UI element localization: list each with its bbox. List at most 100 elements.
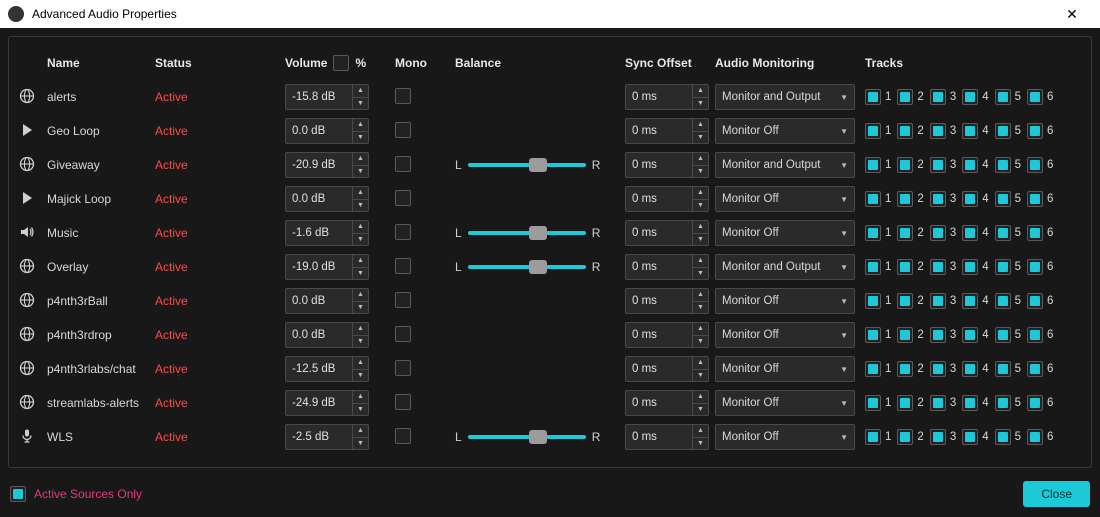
monitoring-select[interactable]: Monitor Off▼: [715, 390, 855, 416]
track-3-checkbox[interactable]: [930, 89, 946, 105]
volume-input[interactable]: -19.0 dB ▲▼: [285, 254, 369, 280]
monitoring-select[interactable]: Monitor Off▼: [715, 424, 855, 450]
mono-checkbox[interactable]: [395, 428, 411, 444]
chevron-up-icon[interactable]: ▲: [353, 187, 368, 200]
chevron-down-icon[interactable]: ▼: [353, 370, 368, 382]
track-4-checkbox[interactable]: [962, 361, 978, 377]
track-5-checkbox[interactable]: [995, 395, 1011, 411]
monitoring-select[interactable]: Monitor and Output▼: [715, 254, 855, 280]
close-icon[interactable]: ✕: [1052, 6, 1092, 23]
balance-slider[interactable]: L R: [455, 158, 625, 172]
chevron-down-icon[interactable]: ▼: [693, 404, 708, 416]
chevron-down-icon[interactable]: ▼: [353, 336, 368, 348]
mono-checkbox[interactable]: [395, 88, 411, 104]
track-3-checkbox[interactable]: [930, 327, 946, 343]
track-5-checkbox[interactable]: [995, 157, 1011, 173]
track-1-checkbox[interactable]: [865, 191, 881, 207]
chevron-down-icon[interactable]: ▼: [693, 268, 708, 280]
sync-offset-input[interactable]: 0 ms ▲▼: [625, 118, 709, 144]
track-5-checkbox[interactable]: [995, 89, 1011, 105]
track-1-checkbox[interactable]: [865, 429, 881, 445]
track-2-checkbox[interactable]: [897, 191, 913, 207]
monitoring-select[interactable]: Monitor Off▼: [715, 288, 855, 314]
sync-offset-input[interactable]: 0 ms ▲▼: [625, 424, 709, 450]
track-1-checkbox[interactable]: [865, 89, 881, 105]
chevron-up-icon[interactable]: ▲: [353, 221, 368, 234]
chevron-up-icon[interactable]: ▲: [693, 119, 708, 132]
chevron-up-icon[interactable]: ▲: [693, 357, 708, 370]
chevron-down-icon[interactable]: ▼: [693, 336, 708, 348]
chevron-up-icon[interactable]: ▲: [353, 119, 368, 132]
chevron-up-icon[interactable]: ▲: [693, 85, 708, 98]
track-6-checkbox[interactable]: [1027, 225, 1043, 241]
track-6-checkbox[interactable]: [1027, 429, 1043, 445]
chevron-down-icon[interactable]: ▼: [693, 166, 708, 178]
track-5-checkbox[interactable]: [995, 327, 1011, 343]
track-4-checkbox[interactable]: [962, 225, 978, 241]
chevron-up-icon[interactable]: ▲: [353, 85, 368, 98]
track-5-checkbox[interactable]: [995, 225, 1011, 241]
track-2-checkbox[interactable]: [897, 157, 913, 173]
track-3-checkbox[interactable]: [930, 361, 946, 377]
chevron-up-icon[interactable]: ▲: [353, 153, 368, 166]
track-6-checkbox[interactable]: [1027, 293, 1043, 309]
track-4-checkbox[interactable]: [962, 123, 978, 139]
chevron-up-icon[interactable]: ▲: [353, 289, 368, 302]
track-5-checkbox[interactable]: [995, 191, 1011, 207]
mono-checkbox[interactable]: [395, 224, 411, 240]
monitoring-select[interactable]: Monitor and Output▼: [715, 84, 855, 110]
chevron-down-icon[interactable]: ▼: [353, 98, 368, 110]
volume-input[interactable]: 0.0 dB ▲▼: [285, 322, 369, 348]
chevron-down-icon[interactable]: ▼: [353, 234, 368, 246]
track-6-checkbox[interactable]: [1027, 157, 1043, 173]
monitoring-select[interactable]: Monitor Off▼: [715, 220, 855, 246]
mono-checkbox[interactable]: [395, 190, 411, 206]
monitoring-select[interactable]: Monitor Off▼: [715, 356, 855, 382]
chevron-down-icon[interactable]: ▼: [353, 404, 368, 416]
track-6-checkbox[interactable]: [1027, 191, 1043, 207]
volume-input[interactable]: -15.8 dB ▲▼: [285, 84, 369, 110]
track-4-checkbox[interactable]: [962, 191, 978, 207]
track-6-checkbox[interactable]: [1027, 89, 1043, 105]
track-6-checkbox[interactable]: [1027, 395, 1043, 411]
track-6-checkbox[interactable]: [1027, 327, 1043, 343]
chevron-up-icon[interactable]: ▲: [693, 153, 708, 166]
volume-input[interactable]: -1.6 dB ▲▼: [285, 220, 369, 246]
volume-input[interactable]: -2.5 dB ▲▼: [285, 424, 369, 450]
track-3-checkbox[interactable]: [930, 395, 946, 411]
track-1-checkbox[interactable]: [865, 293, 881, 309]
chevron-up-icon[interactable]: ▲: [693, 255, 708, 268]
track-2-checkbox[interactable]: [897, 361, 913, 377]
sync-offset-input[interactable]: 0 ms ▲▼: [625, 254, 709, 280]
mono-checkbox[interactable]: [395, 360, 411, 376]
chevron-down-icon[interactable]: ▼: [693, 234, 708, 246]
track-2-checkbox[interactable]: [897, 395, 913, 411]
track-4-checkbox[interactable]: [962, 327, 978, 343]
track-1-checkbox[interactable]: [865, 123, 881, 139]
mono-checkbox[interactable]: [395, 258, 411, 274]
mono-checkbox[interactable]: [395, 394, 411, 410]
track-4-checkbox[interactable]: [962, 293, 978, 309]
sync-offset-input[interactable]: 0 ms ▲▼: [625, 322, 709, 348]
track-5-checkbox[interactable]: [995, 123, 1011, 139]
chevron-up-icon[interactable]: ▲: [693, 323, 708, 336]
track-4-checkbox[interactable]: [962, 429, 978, 445]
chevron-up-icon[interactable]: ▲: [693, 221, 708, 234]
chevron-up-icon[interactable]: ▲: [693, 187, 708, 200]
chevron-down-icon[interactable]: ▼: [353, 132, 368, 144]
track-6-checkbox[interactable]: [1027, 259, 1043, 275]
track-5-checkbox[interactable]: [995, 293, 1011, 309]
chevron-up-icon[interactable]: ▲: [353, 425, 368, 438]
track-6-checkbox[interactable]: [1027, 123, 1043, 139]
track-1-checkbox[interactable]: [865, 327, 881, 343]
track-5-checkbox[interactable]: [995, 429, 1011, 445]
track-3-checkbox[interactable]: [930, 157, 946, 173]
chevron-up-icon[interactable]: ▲: [693, 391, 708, 404]
chevron-down-icon[interactable]: ▼: [693, 302, 708, 314]
chevron-up-icon[interactable]: ▲: [353, 357, 368, 370]
chevron-down-icon[interactable]: ▼: [353, 200, 368, 212]
chevron-down-icon[interactable]: ▼: [353, 438, 368, 450]
sync-offset-input[interactable]: 0 ms ▲▼: [625, 390, 709, 416]
chevron-down-icon[interactable]: ▼: [693, 98, 708, 110]
sync-offset-input[interactable]: 0 ms ▲▼: [625, 356, 709, 382]
